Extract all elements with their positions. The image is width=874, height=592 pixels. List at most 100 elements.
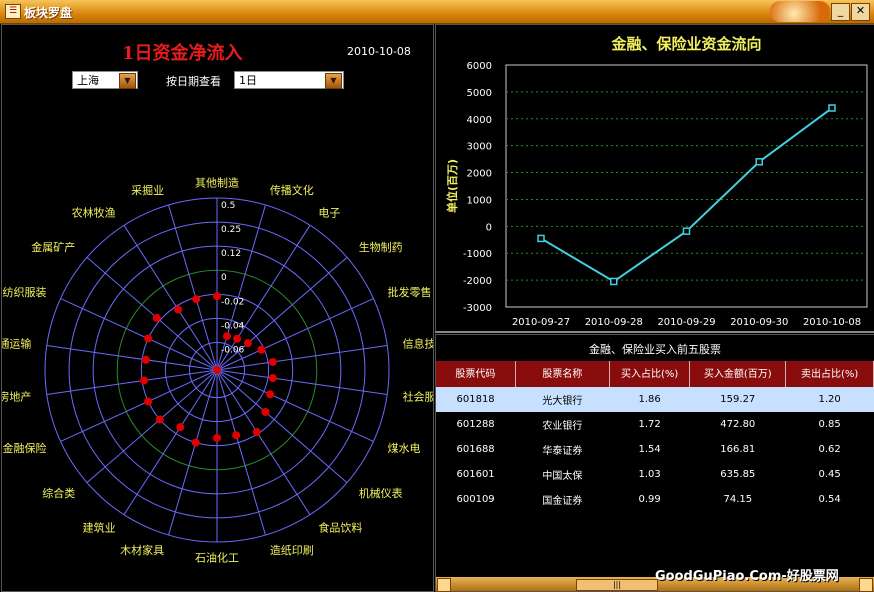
cell-buy-amount: 159.27 [689,387,786,412]
line-chart-ytick: 0 [486,222,492,233]
radar-point [222,332,231,341]
radar-point [152,313,161,322]
radar-sector-label: 生物制药 [359,240,403,254]
line-point [610,277,618,286]
cell-name: 中国太保 [542,471,583,482]
radar-chart: 0.5 0.25 0.12 0 -0.02 -0.04 -0.06 其他制造传播文化电子生物制… [2,176,433,565]
line-chart-xtick: 2010-09-28 [585,317,643,328]
table-row[interactable]: 600109 国金证券 0.99 74.15 0.54 [436,487,874,512]
close-button[interactable]: ✕ [851,3,870,21]
scroll-left-button[interactable] [437,578,451,592]
cell-buy-ratio: 1.54 [638,444,661,455]
cell-sell-ratio: 0.54 [818,494,841,505]
cell-sell-ratio: 0.85 [818,419,841,430]
line-chart-xtick: 2010-09-29 [657,317,715,328]
sector-compass-panel: 1日资金净流入 2010-10-08 上海 ▼ 按日期查看 1日 ▼ 0.5 0.… [1,24,434,592]
radar-ring-label: 0.12 [221,249,241,259]
scroll-right-button[interactable] [859,578,873,592]
radar-point [192,295,201,304]
radar-point [257,345,266,354]
line-chart-ytick: -2000 [463,276,492,287]
table-title: 金融、保险业买入前五股票 [589,343,721,356]
line-chart: 金融、保险业资金流向单位(百万) 6000 5000 4000 3000 2000 1000… [445,35,868,328]
line-chart-ytick: 4000 [467,115,492,126]
table-row[interactable]: 601601 中国太保 1.03 635.85 0.45 [436,462,874,487]
minimize-button[interactable]: _ [831,3,850,21]
radar-sector-label: 电子 [318,206,340,219]
line-chart-ylabel: 单位(百万) [445,159,459,213]
radar-sector-label: 综合类 [42,486,75,500]
radar-sector-label: 造纸印刷 [270,543,314,557]
cell-buy-amount: 635.85 [720,469,756,480]
radar-point [141,355,150,364]
line-chart-xtick: 2010-10-08 [803,317,861,328]
stocks-table: 股票代码 股票名称 买入占比(%) 买入金额(百万) 卖出占比(%) 60181… [436,361,874,512]
radar-point [252,428,261,437]
radar-point [213,292,221,301]
header-sell-ratio[interactable]: 卖出占比(%) [785,361,874,387]
panel-date: 2010-10-08 [347,45,411,58]
cell-code: 601288 [456,419,495,430]
line-chart-title: 金融、保险业资金流向 [610,35,761,53]
scroll-thumb[interactable]: ||| [576,579,658,591]
header-buy-ratio[interactable]: 买入占比(%) [609,361,691,387]
line-chart-panel: 金融、保险业资金流向 单位(百万) 6000 5000 4000 3000 2000 1000… [435,24,874,332]
radar-point [155,415,164,424]
period-select-value: 1日 [239,74,257,87]
radar-point [243,339,252,348]
cell-buy-amount: 472.80 [720,419,756,430]
header-buy-amount[interactable]: 买入金额(百万) [689,361,787,387]
cell-buy-ratio: 1.72 [638,419,661,430]
radar-spoke [216,369,388,395]
watermark: GoodGuPiao.Com-好股票网 [655,569,839,584]
window-title: 板块罗盘 [24,6,73,20]
radar-spoke [216,369,266,536]
cell-buy-amount: 74.15 [723,494,753,505]
table-row[interactable]: 601288 农业银行 1.72 472.80 0.85 [436,412,874,437]
radar-point [144,397,153,406]
radar-sector-label: 煤水电 [388,442,421,455]
top-stocks-panel: 金融、保险业买入前五股票 股票代码 股票名称 买入占比(%) 买入金额(百万) … [435,334,874,592]
radar-spoke [46,345,218,371]
radar-point [213,433,221,442]
cell-buy-ratio: 0.99 [638,494,661,505]
radar-point [261,407,270,416]
panel-splitter[interactable] [435,331,874,333]
cell-code: 601688 [456,444,495,455]
market-select-value: 上海 [77,74,99,87]
cell-buy-ratio: 1.03 [638,469,661,480]
radar-sector-label: 纺织服装 [2,285,46,299]
line-chart-xtick: 2010-09-30 [730,317,788,328]
radar-ring-label: 0.5 [221,201,235,211]
header-name[interactable]: 股票名称 [515,361,611,387]
radar-sector-label: 农林牧渔 [72,205,116,219]
radar-point [176,423,185,432]
radar-sector-label: 传播文化 [270,183,314,197]
radar-point [232,431,241,440]
radar-sector-label: 批发零售 [388,285,432,299]
market-select[interactable]: 上海 ▼ [72,71,138,89]
radar-point [139,376,148,385]
radar-ring-label: 0.25 [221,225,241,235]
line-chart-ytick: 2000 [467,169,492,180]
header-code[interactable]: 股票代码 [436,361,516,387]
radar-sector-label: 木材家具 [120,543,164,557]
line-chart-xtick: 2010-09-27 [512,317,570,328]
radar-point [268,374,277,383]
chevron-down-icon[interactable]: ▼ [325,73,342,89]
chevron-down-icon[interactable]: ▼ [119,73,136,89]
cell-name: 华泰证券 [542,446,583,457]
radar-ring-label: -0.02 [221,297,244,307]
period-select[interactable]: 1日 ▼ [234,71,344,89]
radar-sector-label: 金融保险 [2,441,46,455]
line-chart-frame [505,64,868,308]
radar-sector-label: 机械仪表 [359,486,403,500]
line-series [540,107,833,283]
line-chart-ytick: 1000 [467,195,492,206]
table-row[interactable]: 601688 华泰证券 1.54 166.81 0.62 [436,437,874,462]
table-row[interactable]: 601818 光大银行 1.86 159.27 1.20 [436,387,874,412]
cell-name: 国金证券 [542,496,583,507]
radar-point [233,334,242,343]
radar-spoke [46,369,218,395]
title-decoration [770,1,830,22]
